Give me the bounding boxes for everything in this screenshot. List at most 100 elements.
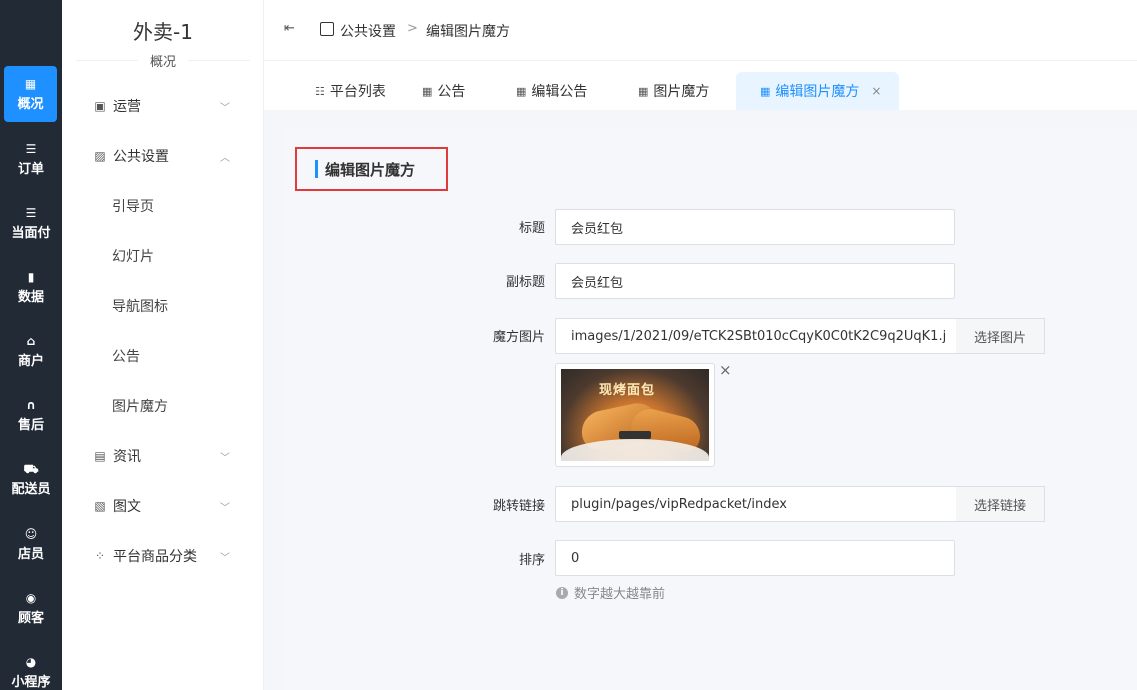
breadcrumb-current: 编辑图片魔方	[426, 24, 510, 40]
grid-icon: ▦	[638, 84, 649, 98]
sidebar-item-product-category[interactable]: ⁘ 平台商品分类 ﹀	[62, 531, 264, 581]
user-circle-icon: ◉	[25, 590, 37, 605]
rail-label: 商户	[17, 353, 44, 369]
sidebar-item-label: 运营	[113, 99, 141, 115]
rail-label: 顾客	[17, 610, 44, 626]
breadcrumb-separator: >	[407, 21, 418, 36]
users-icon: ☺	[24, 526, 38, 541]
sidebar-item-nav-icons[interactable]: 导航图标	[62, 281, 264, 331]
picture-text-icon: ▧	[94, 499, 106, 513]
form-heading: 编辑图片魔方	[295, 147, 448, 191]
close-icon[interactable]: ×	[871, 84, 881, 98]
store-icon: ⌂	[26, 333, 36, 348]
rail-item-data[interactable]: ▮ 数据	[0, 259, 62, 315]
tab-edit-image-cube[interactable]: ▦ 编辑图片魔方 ×	[736, 72, 900, 110]
rail-item-clerks[interactable]: ☺ 店员	[0, 516, 62, 572]
rail-label: 订单	[17, 161, 44, 177]
grid-icon: ▦	[760, 84, 771, 98]
chevron-down-icon: ﹀	[220, 452, 230, 464]
sidebar-item-news[interactable]: ▤ 资讯 ﹀	[62, 431, 264, 481]
breadcrumb-parent[interactable]: 公共设置	[340, 21, 396, 41]
delivery-icon: ⛟	[23, 461, 39, 476]
sidebar-item-public-settings[interactable]: ▨ 公共设置 ︿	[62, 131, 264, 181]
rail-label: 数据	[17, 289, 44, 305]
page-title: 编辑图片魔方	[325, 161, 416, 179]
page-tabs: ☷ 平台列表 ▦ 公告 ▦ 编辑公告 ▦ 图片魔方 ▦ 编辑图片魔方 ×	[264, 61, 1137, 110]
bread-image: 现烤面包	[561, 369, 709, 461]
image-preview: 现烤面包	[555, 363, 715, 467]
rail-item-delivery[interactable]: ⛟ 配送员	[0, 451, 62, 507]
tab-platform-list[interactable]: ☷ 平台列表	[315, 72, 386, 110]
list-icon: ☰	[25, 141, 37, 156]
rail-label: 店员	[17, 546, 44, 562]
sidebar-item-label: 幻灯片	[112, 249, 154, 265]
sidebar-item-guide-page[interactable]: 引导页	[62, 181, 264, 231]
sidebar-item-label: 引导页	[112, 199, 154, 215]
image-path-input[interactable]: images/1/2021/09/eTCK2SBt010cCqyK0C0tK2C…	[555, 318, 957, 354]
list-icon: ☷	[315, 84, 325, 98]
rail-item-after-sales[interactable]: ∩ 售后	[0, 387, 62, 443]
rail-item-mini-program[interactable]: ◕ 小程序	[0, 644, 62, 690]
grid-icon: ▦	[24, 76, 37, 91]
sort-label: 排序	[518, 553, 545, 568]
category-icon: ⁘	[94, 549, 106, 563]
link-input[interactable]: plugin/pages/vipRedpacket/index	[555, 486, 957, 522]
grid-icon: ▦	[516, 84, 527, 98]
chevron-down-icon: ﹀	[220, 102, 230, 114]
sidebar-item-label: 导航图标	[112, 299, 168, 315]
image-label: 魔方图片	[492, 330, 545, 345]
sort-input[interactable]: 0	[555, 540, 955, 576]
title-label: 标题	[518, 221, 545, 236]
sidebar-item-label: 公共设置	[113, 149, 169, 165]
main-nav-rail: ▦ 概况 ☰ 订单 ☰ 当面付 ▮ 数据 ⌂ 商户 ∩ 售后 ⛟ 配送员 ☺ 店…	[0, 0, 62, 690]
rail-item-face-pay[interactable]: ☰ 当面付	[0, 195, 62, 251]
select-link-button[interactable]: 选择链接	[956, 486, 1045, 522]
headset-icon: ∩	[26, 397, 36, 412]
chevron-up-icon: ︿	[220, 152, 230, 164]
rail-label: 配送员	[11, 481, 51, 497]
sidebar-item-label: 平台商品分类	[113, 549, 197, 565]
chevron-down-icon: ﹀	[220, 552, 230, 564]
image-icon	[320, 22, 334, 36]
title-input[interactable]: 会员红包	[555, 209, 955, 245]
subtitle-input[interactable]: 会员红包	[555, 263, 955, 299]
sidebar-item-label: 公告	[112, 349, 140, 365]
tab-notice[interactable]: ▦ 公告	[422, 72, 465, 110]
image-caption: 现烤面包	[599, 383, 656, 398]
sub-sidebar: 外卖-1 概况 ▣ 运营 ﹀ ▨ 公共设置 ︿ 引导页 幻灯片 导航图标 公告 …	[62, 0, 264, 690]
sidebar-item-label: 资讯	[113, 449, 141, 465]
sidebar-item-image-cube[interactable]: 图片魔方	[62, 381, 264, 431]
sidebar-item-operations[interactable]: ▣ 运营 ﹀	[62, 81, 264, 131]
tab-label: 公告	[437, 84, 466, 100]
sidebar-item-notice[interactable]: 公告	[62, 331, 264, 381]
bar-chart-icon: ▮	[27, 269, 35, 284]
info-icon: i	[556, 586, 568, 599]
rail-label: 概况	[17, 96, 44, 112]
store-subtitle: 概况	[149, 55, 176, 70]
tab-edit-notice[interactable]: ▦ 编辑公告	[516, 72, 587, 110]
sidebar-item-picture-text[interactable]: ▧ 图文 ﹀	[62, 481, 264, 531]
rail-item-merchant[interactable]: ⌂ 商户	[0, 323, 62, 379]
breadcrumb-bar: ⇤ 公共设置 > 编辑图片魔方	[264, 0, 1137, 61]
rail-item-orders[interactable]: ☰ 订单	[0, 131, 62, 187]
heading-accent-bar	[315, 160, 318, 178]
rail-label: 小程序	[11, 674, 51, 690]
sort-hint: i 数字越大越靠前	[556, 583, 665, 602]
hint-text: 数字越大越靠前	[574, 587, 666, 602]
sidebar-item-label: 图文	[113, 499, 141, 515]
rail-item-overview[interactable]: ▦ 概况	[4, 66, 57, 122]
rail-item-customers[interactable]: ◉ 顾客	[0, 580, 62, 636]
grid-icon: ▦	[422, 84, 433, 98]
remove-image-icon[interactable]: ×	[719, 361, 732, 379]
store-title: 外卖-1	[133, 20, 193, 44]
select-image-button[interactable]: 选择图片	[956, 318, 1045, 354]
tab-image-cube[interactable]: ▦ 图片魔方	[638, 72, 709, 110]
sidebar-item-slideshow[interactable]: 幻灯片	[62, 231, 264, 281]
tab-label: 编辑图片魔方	[775, 84, 860, 100]
collapse-sidebar-icon[interactable]: ⇤	[284, 21, 295, 36]
tab-label: 编辑公告	[531, 84, 588, 100]
rail-label: 当面付	[11, 225, 51, 241]
tag-shape	[619, 431, 651, 439]
operations-icon: ▣	[94, 99, 106, 113]
news-icon: ▤	[94, 449, 106, 463]
